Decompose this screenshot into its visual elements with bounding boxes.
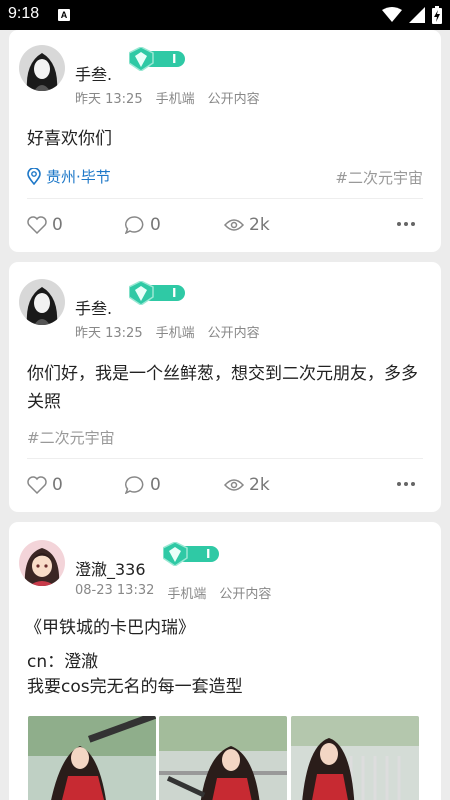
- view-count: 2k: [224, 475, 270, 495]
- post-meta: 昨天 13:25 手机端 公开内容: [75, 322, 260, 341]
- battery-charging-icon: [432, 6, 442, 24]
- post-text: 你们好，我是一个丝鲜葱，想交到二次元朋友，多多关照: [27, 364, 418, 412]
- post-visibility: 公开内容: [207, 92, 260, 107]
- location-tag[interactable]: 贵州·毕节: [27, 166, 111, 187]
- like-count: 0: [52, 215, 63, 235]
- more-options-icon[interactable]: [397, 481, 415, 487]
- notification-a-icon: A: [58, 9, 70, 21]
- level-badge: [129, 281, 185, 305]
- post-image[interactable]: [28, 716, 156, 800]
- post-card[interactable]: 手叁. I 昨天 13:25 手机端 公开内容 好喜欢你们 贵州·毕节 #二次元…: [9, 30, 441, 252]
- post-device: 手机端: [167, 587, 207, 602]
- avatar[interactable]: [19, 45, 65, 91]
- avatar[interactable]: [19, 279, 65, 325]
- post-card[interactable]: 手叁. I 昨天 13:25 手机端 公开内容 你们好，我是一个丝鲜葱，想交到二…: [9, 262, 441, 512]
- like-count: 0: [52, 475, 63, 495]
- post-meta: 08-23 13:32 手机端 公开内容: [75, 583, 271, 602]
- post-text-line: 我要cos完无名的每一套造型: [27, 677, 243, 697]
- like-button[interactable]: 0: [27, 475, 63, 495]
- level-badge: [163, 542, 219, 566]
- wifi-icon: [382, 7, 402, 22]
- status-time: 9:18: [8, 5, 40, 22]
- post-time: 昨天 13:25: [75, 92, 143, 107]
- more-options-icon[interactable]: [397, 221, 415, 227]
- post-visibility: 公开内容: [207, 326, 260, 341]
- status-bar: 9:18 A: [0, 0, 450, 30]
- eye-icon: [224, 219, 244, 231]
- avatar[interactable]: [19, 540, 65, 586]
- comment-count: 0: [150, 475, 161, 495]
- post-image[interactable]: [291, 716, 419, 800]
- divider: [27, 198, 423, 199]
- divider: [27, 458, 423, 459]
- post-text: 好喜欢你们: [27, 129, 112, 149]
- status-icons: [382, 6, 442, 24]
- level-badge: [129, 47, 185, 71]
- level-label: I: [172, 286, 177, 300]
- topic-tag[interactable]: #二次元宇宙: [335, 167, 423, 188]
- post-time: 昨天 13:25: [75, 326, 143, 341]
- location-pin-icon: [27, 168, 41, 185]
- post-time: 08-23 13:32: [75, 583, 155, 598]
- eye-icon: [224, 479, 244, 491]
- comment-icon: [125, 476, 144, 494]
- comment-count: 0: [150, 215, 161, 235]
- post-card[interactable]: 澄澈_336 I 08-23 13:32 手机端 公开内容 《甲铁城的卡巴内瑞》…: [9, 522, 441, 800]
- topic-tag[interactable]: #二次元宇宙: [27, 427, 115, 448]
- signal-icon: [409, 7, 425, 23]
- comment-button[interactable]: 0: [125, 215, 161, 235]
- post-visibility: 公开内容: [219, 587, 272, 602]
- post-device: 手机端: [155, 326, 195, 341]
- level-label: I: [206, 547, 211, 561]
- post-text-line: cn：澄澈: [27, 652, 99, 672]
- comment-button[interactable]: 0: [125, 475, 161, 495]
- post-image[interactable]: [159, 716, 287, 800]
- username[interactable]: 澄澈_336: [75, 556, 146, 580]
- post-title: 《甲铁城的卡巴内瑞》: [25, 618, 195, 638]
- like-button[interactable]: 0: [27, 215, 63, 235]
- level-label: I: [172, 52, 177, 66]
- heart-icon: [27, 476, 47, 494]
- view-count: 2k: [224, 215, 270, 235]
- username[interactable]: 手叁.: [75, 61, 112, 85]
- location-label: 贵州·毕节: [46, 168, 111, 186]
- heart-icon: [27, 216, 47, 234]
- post-device: 手机端: [155, 92, 195, 107]
- username[interactable]: 手叁.: [75, 295, 112, 319]
- comment-icon: [125, 216, 144, 234]
- view-count-label: 2k: [249, 215, 270, 235]
- view-count-label: 2k: [249, 475, 270, 495]
- post-meta: 昨天 13:25 手机端 公开内容: [75, 88, 260, 107]
